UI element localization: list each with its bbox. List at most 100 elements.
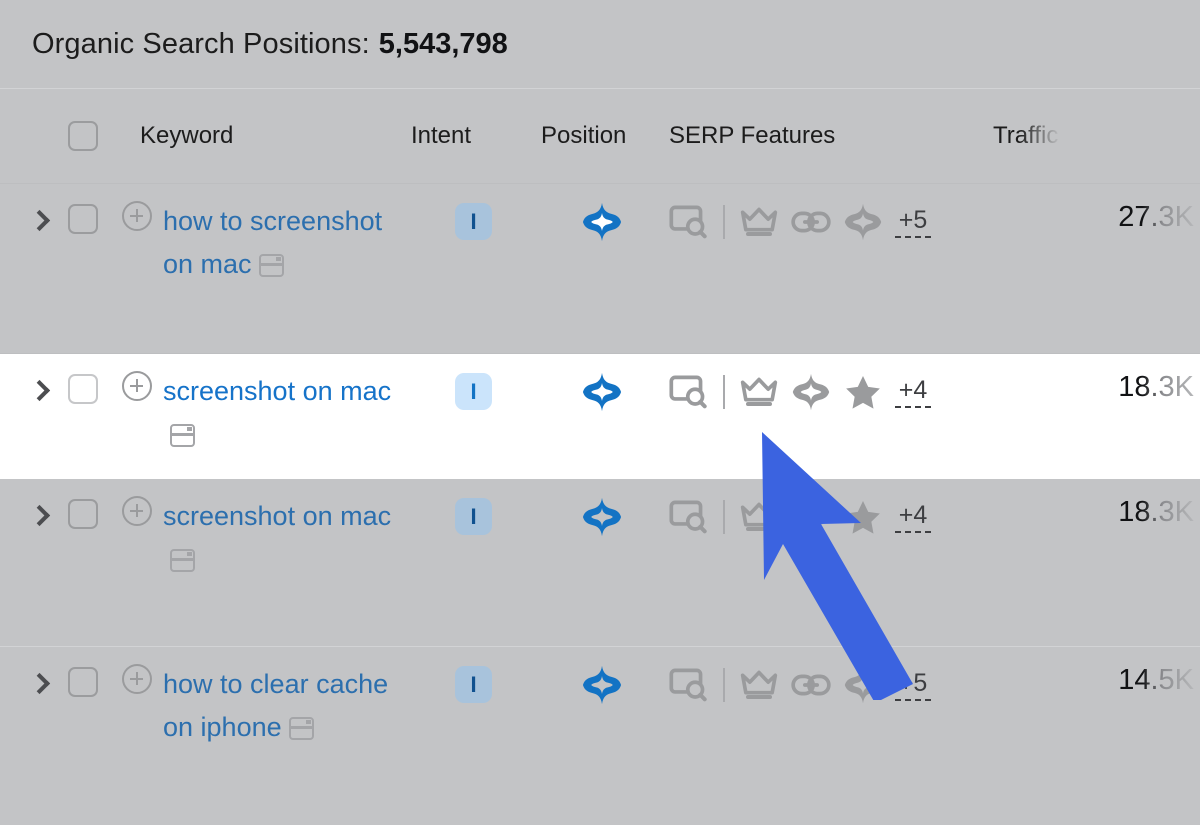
position-cell — [541, 647, 663, 712]
serp-features-cell: +5 — [663, 184, 993, 244]
intent-letter: I — [470, 503, 477, 529]
intent-badge[interactable]: I — [455, 498, 492, 535]
header-keyword[interactable]: Keyword — [114, 122, 406, 150]
traffic-value: 18.3K — [1118, 496, 1194, 528]
ai-overview-diamond-icon[interactable] — [580, 370, 624, 414]
keyword-cell: how to clear cache on iphone — [114, 647, 406, 753]
crown-icon[interactable] — [733, 200, 785, 244]
row-expand-cell[interactable] — [0, 354, 52, 404]
header-traffic[interactable]: Traffic — [993, 122, 1200, 150]
add-keyword-icon[interactable] — [122, 496, 152, 526]
row-expand-cell[interactable] — [0, 479, 52, 529]
add-keyword-icon[interactable] — [122, 201, 152, 231]
diamond-icon[interactable] — [785, 370, 837, 414]
more-features-button[interactable]: +5 — [895, 207, 931, 238]
serp-features-cell: +4 — [663, 354, 993, 414]
serp-features-cell: +4 — [663, 479, 993, 539]
serp-preview-icon[interactable] — [288, 710, 314, 753]
add-keyword-icon[interactable] — [122, 664, 152, 694]
header-traffic-label: Traffic — [993, 122, 1059, 149]
header-serp-features[interactable]: SERP Features — [663, 122, 993, 150]
row-select-cell[interactable] — [52, 479, 114, 529]
more-features-button[interactable]: +4 — [895, 502, 931, 533]
keyword-link[interactable]: screenshot on mac — [163, 495, 406, 585]
row-select-cell[interactable] — [52, 184, 114, 234]
position-cell — [541, 354, 663, 419]
traffic-cell: 18.3K — [993, 354, 1200, 404]
ai-overview-diamond-icon[interactable] — [580, 200, 624, 244]
keyword-link[interactable]: how to clear cache on iphone — [163, 663, 406, 753]
row-expand-cell[interactable] — [0, 184, 52, 234]
select-all-cell[interactable] — [52, 121, 114, 151]
header-intent-label: Intent — [411, 122, 472, 149]
table-row[interactable]: how to clear cache on iphone I +5 14.5K — [0, 647, 1200, 807]
diamond-icon[interactable] — [785, 495, 837, 539]
table-row[interactable]: how to screenshot on mac I +5 27.3K — [0, 184, 1200, 353]
intent-badge[interactable]: I — [455, 373, 492, 410]
row-select-cell[interactable] — [52, 647, 114, 697]
link-icon[interactable] — [785, 663, 837, 707]
crown-icon[interactable] — [733, 663, 785, 707]
more-features-count: +5 — [898, 205, 928, 234]
ai-overview-diamond-icon[interactable] — [580, 495, 624, 539]
table-header-row: Keyword Intent Position SERP Features Tr… — [0, 89, 1200, 183]
table-row[interactable]: screenshot on mac I +4 18.3K — [0, 479, 1200, 646]
row-checkbox[interactable] — [68, 204, 98, 234]
crown-icon[interactable] — [733, 495, 785, 539]
header-position[interactable]: Position — [541, 122, 663, 150]
star-icon[interactable] — [837, 495, 889, 539]
serp-divider — [715, 668, 733, 702]
chevron-right-icon[interactable] — [26, 208, 52, 234]
more-features-count: +4 — [898, 375, 928, 404]
intent-cell: I — [406, 354, 541, 410]
keyword-cell: screenshot on mac — [114, 354, 406, 460]
serp-features-cell: +5 — [663, 647, 993, 707]
row-checkbox[interactable] — [68, 374, 98, 404]
page-header: Organic Search Positions: 5,543,798 — [0, 0, 1200, 88]
traffic-cell: 27.3K — [993, 184, 1200, 234]
intent-badge[interactable]: I — [455, 666, 492, 703]
serp-divider — [715, 375, 733, 409]
window-search-icon[interactable] — [663, 200, 715, 244]
window-search-icon[interactable] — [663, 663, 715, 707]
link-icon[interactable] — [785, 200, 837, 244]
intent-letter: I — [470, 378, 477, 404]
row-checkbox[interactable] — [68, 667, 98, 697]
traffic-cell: 18.3K — [993, 479, 1200, 529]
ai-overview-diamond-icon[interactable] — [580, 663, 624, 707]
more-features-button[interactable]: +5 — [895, 670, 931, 701]
more-features-underline — [895, 530, 931, 533]
crown-icon[interactable] — [733, 370, 785, 414]
table-row[interactable]: screenshot on mac I +4 18.3K — [0, 354, 1200, 479]
chevron-right-icon[interactable] — [26, 378, 52, 404]
row-checkbox[interactable] — [68, 499, 98, 529]
intent-cell: I — [406, 647, 541, 703]
select-all-checkbox[interactable] — [68, 121, 98, 151]
serp-preview-icon[interactable] — [170, 542, 195, 585]
header-intent[interactable]: Intent — [406, 122, 541, 150]
window-search-icon[interactable] — [663, 495, 715, 539]
diamond-icon[interactable] — [837, 200, 889, 244]
header-position-label: Position — [541, 122, 627, 149]
intent-badge[interactable]: I — [455, 203, 492, 240]
serp-divider — [715, 500, 733, 534]
keyword-link[interactable]: screenshot on mac — [163, 370, 406, 460]
row-expand-cell[interactable] — [0, 647, 52, 697]
serp-preview-icon[interactable] — [170, 417, 195, 460]
traffic-cell: 14.5K — [993, 647, 1200, 697]
row-select-cell[interactable] — [52, 354, 114, 404]
keyword-link[interactable]: how to screenshot on mac — [163, 200, 406, 290]
position-cell — [541, 184, 663, 249]
chevron-right-icon[interactable] — [26, 671, 52, 697]
chevron-right-icon[interactable] — [26, 503, 52, 529]
star-icon[interactable] — [837, 370, 889, 414]
window-search-icon[interactable] — [663, 370, 715, 414]
header-keyword-label: Keyword — [140, 122, 234, 149]
keyword-cell: how to screenshot on mac — [114, 184, 406, 290]
intent-cell: I — [406, 184, 541, 240]
add-keyword-icon[interactable] — [122, 371, 152, 401]
more-features-button[interactable]: +4 — [895, 377, 931, 408]
page-title: Organic Search Positions: — [32, 27, 370, 60]
serp-preview-icon[interactable] — [258, 247, 284, 290]
diamond-icon[interactable] — [837, 663, 889, 707]
